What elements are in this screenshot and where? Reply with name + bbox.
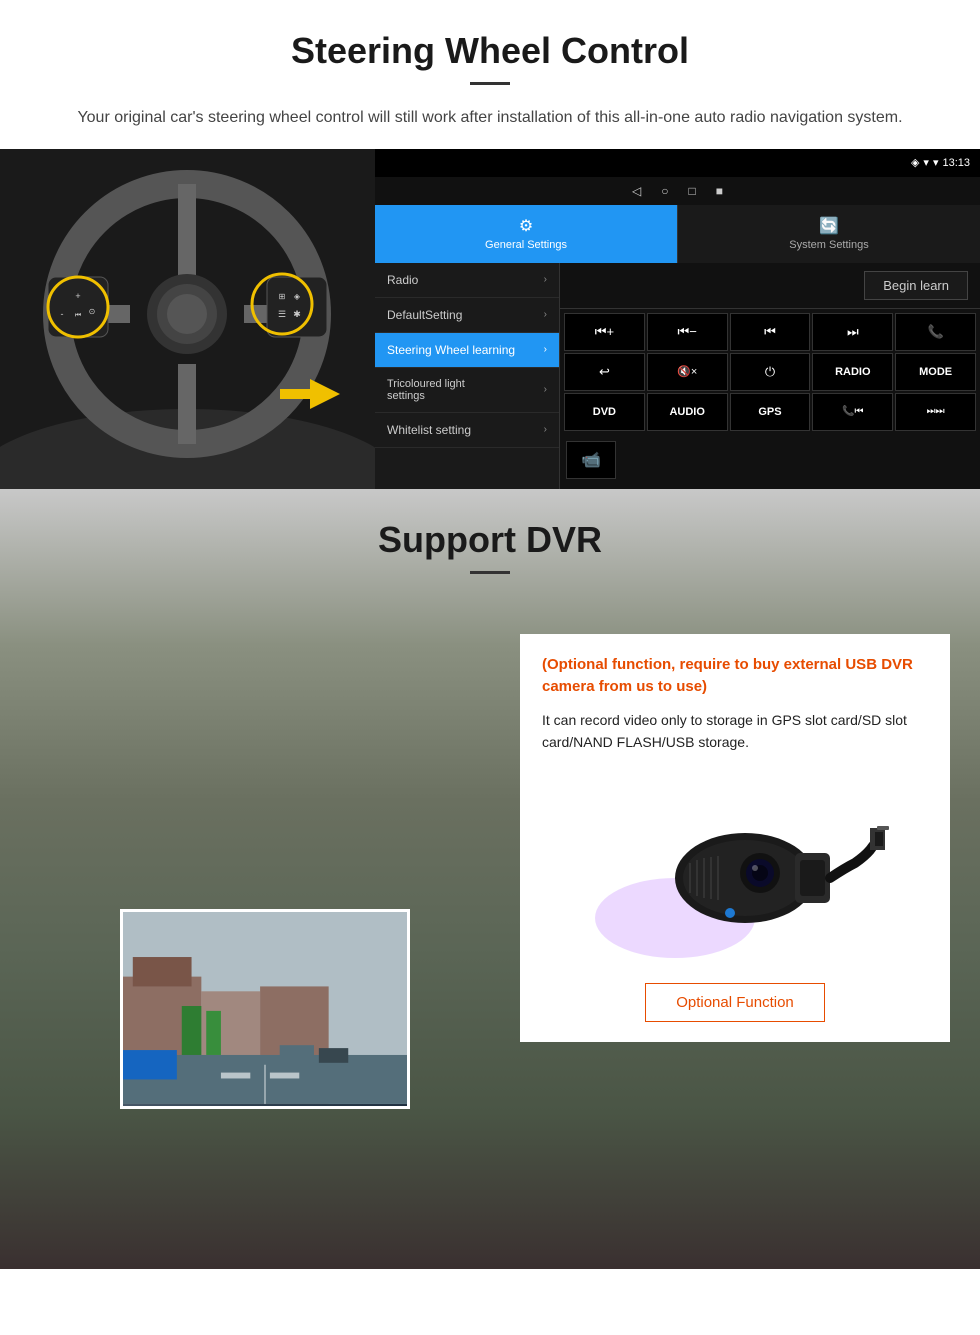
menu-item-radio[interactable]: Radio › [375, 263, 559, 298]
signal-icon: ▾ [933, 156, 939, 169]
control-grid: ⏮+ ⏮− ⏮ ⏭ 📞 ↩ 🔇× ⏻ RADIO MODE DVD AUDI [560, 309, 980, 435]
ctrl-radio[interactable]: RADIO [812, 353, 893, 391]
ctrl-audio[interactable]: AUDIO [647, 393, 728, 431]
menu-steering-label: Steering Wheel learning [387, 343, 515, 357]
title-divider [470, 82, 510, 85]
menu-item-default[interactable]: DefaultSetting › [375, 298, 559, 333]
section-steering: Steering Wheel Control Your original car… [0, 0, 980, 489]
general-settings-label: General Settings [485, 239, 567, 251]
dvr-title-area: Support DVR [0, 489, 980, 594]
home-nav-icon[interactable]: ○ [661, 184, 668, 198]
system-settings-label: System Settings [789, 239, 868, 251]
status-time: 13:13 [942, 157, 970, 169]
dvr-screenshot-thumbnail [120, 909, 410, 1109]
svg-text:⏮: ⏮ [75, 312, 81, 319]
back-nav-icon[interactable]: ◁ [632, 184, 641, 198]
menu-tricoloured-chevron: › [544, 384, 547, 395]
general-settings-icon: ⚙ [519, 216, 533, 236]
svg-text:◈: ◈ [294, 292, 301, 301]
dvr-info-box: (Optional function, require to buy exter… [520, 634, 950, 1043]
menu-item-tricoloured[interactable]: Tricoloured lightsettings › [375, 368, 559, 413]
system-settings-icon: 🔄 [819, 216, 839, 236]
dvr-camera-image [542, 768, 928, 968]
menu-default-chevron: › [544, 309, 547, 320]
ctrl-prev[interactable]: ⏮ [730, 313, 811, 351]
dvr-desc-text: It can record video only to storage in G… [542, 709, 928, 754]
menu-default-label: DefaultSetting [387, 308, 462, 322]
tab-system-settings[interactable]: 🔄 System Settings [677, 205, 980, 263]
steering-demo: + - ⏮ ⊙ ⊞ ◈ ☰ ✱ [0, 149, 980, 489]
svg-text:-: - [61, 309, 64, 319]
ctrl-dvd[interactable]: DVD [564, 393, 645, 431]
ctrl-vol-down[interactable]: ⏮− [647, 313, 728, 351]
ctrl-vol-up[interactable]: ⏮+ [564, 313, 645, 351]
section-dvr: Support DVR [0, 489, 980, 1269]
ctrl-call[interactable]: 📞 [895, 313, 976, 351]
android-nav-bar: ◁ ○ □ ■ [375, 177, 980, 205]
menu-item-whitelist[interactable]: Whitelist setting › [375, 413, 559, 448]
location-icon: ◈ [911, 156, 919, 169]
steering-controls-panel: Begin learn ⏮+ ⏮− ⏮ ⏭ 📞 ↩ 🔇× ⏻ RADIO [560, 263, 980, 489]
optional-function-button[interactable]: Optional Function [645, 983, 825, 1022]
menu-radio-label: Radio [387, 273, 418, 287]
begin-learn-row: Begin learn [560, 263, 980, 309]
ctrl-call-prev[interactable]: 📞⏮ [812, 393, 893, 431]
ctrl-next[interactable]: ⏭ [812, 313, 893, 351]
svg-text:✱: ✱ [293, 309, 301, 319]
menu-steering-chevron: › [544, 344, 547, 355]
begin-learn-button[interactable]: Begin learn [864, 271, 968, 300]
record-nav-icon[interactable]: ■ [716, 184, 723, 198]
settings-tabs: ⚙ General Settings 🔄 System Settings [375, 205, 980, 263]
menu-whitelist-chevron: › [544, 424, 547, 435]
steering-wheel-image: + - ⏮ ⊙ ⊞ ◈ ☰ ✱ [0, 149, 375, 489]
android-panel: ◈ ▾ ▾ 13:13 ◁ ○ □ ■ ⚙ General Settings [375, 149, 980, 489]
settings-menu: Radio › DefaultSetting › Steering Wheel … [375, 263, 560, 489]
android-status-bar: ◈ ▾ ▾ 13:13 [375, 149, 980, 177]
ctrl-mode[interactable]: MODE [895, 353, 976, 391]
ctrl-dvr[interactable]: 📹 [566, 441, 616, 479]
svg-text:⊙: ⊙ [89, 307, 96, 316]
menu-item-steering[interactable]: Steering Wheel learning › [375, 333, 559, 368]
dvr-title: Support DVR [0, 519, 980, 561]
dvr-title-divider [470, 571, 510, 574]
settings-content: Radio › DefaultSetting › Steering Wheel … [375, 263, 980, 489]
menu-radio-chevron: › [544, 274, 547, 285]
tab-general-settings[interactable]: ⚙ General Settings [375, 205, 677, 263]
ctrl-mute[interactable]: 🔇× [647, 353, 728, 391]
menu-whitelist-label: Whitelist setting [387, 423, 471, 437]
ctrl-gps[interactable]: GPS [730, 393, 811, 431]
ctrl-next-next[interactable]: ⏭⏭ [895, 393, 976, 431]
svg-text:+: + [75, 291, 80, 301]
dvr-screenshot-bg [123, 912, 407, 1106]
dvr-icon-row: 📹 [560, 435, 980, 485]
svg-text:⊞: ⊞ [279, 292, 286, 301]
menu-tricoloured-label: Tricoloured lightsettings [387, 378, 465, 402]
dvr-optional-text: (Optional function, require to buy exter… [542, 654, 928, 699]
page-title: Steering Wheel Control [60, 30, 920, 72]
svg-text:☰: ☰ [278, 309, 286, 319]
section-subtitle: Your original car's steering wheel contr… [0, 105, 980, 149]
ctrl-back[interactable]: ↩ [564, 353, 645, 391]
ctrl-power[interactable]: ⏻ [730, 353, 811, 391]
recent-nav-icon[interactable]: □ [688, 184, 695, 198]
wifi-icon: ▾ [923, 156, 929, 169]
